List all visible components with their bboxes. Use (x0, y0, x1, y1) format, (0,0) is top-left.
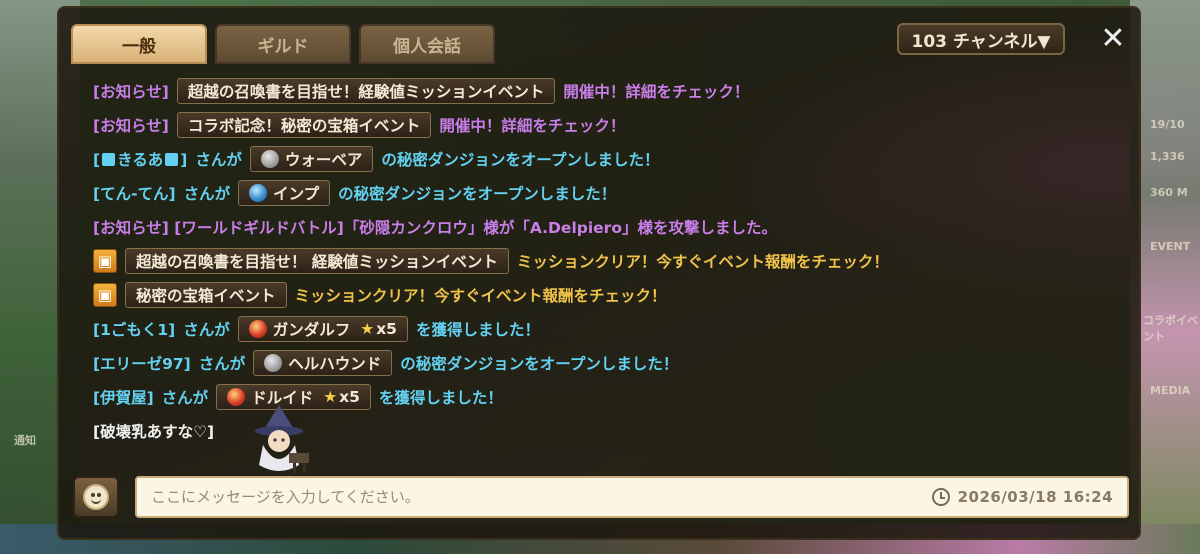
event-link-label: 超越の召喚書を目指せ！ 経験値ミッションイベント (136, 253, 498, 271)
event-link-label: 超越の召喚書を目指せ！経験値ミッションイベント (187, 83, 545, 101)
monster-attribute-icon (249, 184, 268, 202)
message-text: を獲得しました！ (378, 389, 503, 407)
monster-link[interactable]: ガンダルフ ★ x5 (237, 316, 408, 342)
message-text: 開催中！詳細をチェック！ (439, 117, 626, 135)
wizard-sticker-icon (255, 405, 309, 473)
message-verb: さんが (183, 321, 230, 339)
message-verb: さんが (183, 185, 231, 203)
message-text: ミッションクリア！今すぐイベント報酬をチェック！ (516, 253, 889, 271)
chat-message: [お知らせ] 超越の召喚書を目指せ！経験値ミッションイベント 開催中！詳細をチェ… (93, 74, 1133, 108)
clock-icon (931, 488, 950, 506)
star-icon: ★ (360, 320, 375, 338)
tab-guild[interactable]: ギルド (215, 24, 351, 64)
user-name[interactable]: [伊賀屋] (93, 386, 154, 408)
event-link[interactable]: 超越の召喚書を目指せ！ 経験値ミッションイベント (125, 248, 509, 274)
close-icon[interactable]: ✕ (1095, 20, 1131, 56)
chat-message: ▣ 超越の召喚書を目指せ！ 経験値ミッションイベント ミッションクリア！今すぐイ… (93, 244, 1133, 278)
monster-attribute-icon (260, 150, 279, 168)
monster-name: ヘルハウンド (288, 355, 382, 373)
monster-count: x5 (339, 388, 360, 406)
monster-name: インプ (273, 185, 320, 203)
user-name[interactable]: [エリーゼ97] (93, 352, 191, 374)
message-input-box: 2026/03/18 16:24 (135, 476, 1129, 518)
chat-message: [てん-てん] さんが インプ の秘密ダンジョンをオープンしました！ (93, 176, 1133, 210)
user-name[interactable]: [きるあ] (93, 148, 187, 170)
message-verb: さんが (195, 151, 242, 169)
monster-attribute-icon (264, 354, 283, 372)
monster-name: ウォーベア (284, 151, 363, 169)
gift-icon: ▣ (93, 283, 117, 307)
message-text: の秘密ダンジョンをオープンしました！ (381, 151, 660, 169)
monster-count: x5 (376, 320, 397, 338)
stat-label: 19/10 (1150, 118, 1185, 131)
stat-label: 1,336 (1150, 150, 1185, 163)
stat-label: 360 M (1150, 186, 1188, 199)
monster-name: ガンダルフ (272, 321, 351, 339)
message-text: ミッションクリア！今すぐイベント報酬をチェック！ (294, 287, 667, 305)
message-verb: さんが (161, 389, 209, 407)
event-link-label: コラボ記念！秘密の宝箱イベント (187, 117, 421, 135)
notice-label: 通知 (14, 434, 36, 447)
message-text: [お知らせ] [ワールドギルドバトル]「砂隠カンクロウ」様が「A.Delpier… (93, 219, 777, 237)
monster-link[interactable]: ヘルハウンド (253, 350, 393, 376)
notice-tag: [お知らせ] (93, 83, 169, 101)
message-text: を獲得しました！ (415, 321, 540, 339)
tab-general[interactable]: 一般 (71, 24, 207, 64)
emoji-button[interactable] (73, 476, 119, 518)
notice-tag: [お知らせ] (93, 117, 169, 135)
gift-icon: ▣ (93, 249, 117, 273)
event-label: EVENT (1150, 240, 1191, 253)
user-name[interactable]: [破壊乳あすな♡] (93, 420, 214, 442)
message-verb: さんが (198, 355, 246, 373)
chat-message: [お知らせ] [ワールドギルドバトル]「砂隠カンクロウ」様が「A.Delpier… (93, 210, 1133, 244)
event-link[interactable]: 超越の召喚書を目指せ！経験値ミッションイベント (176, 78, 556, 104)
smiley-icon (83, 484, 109, 510)
collab-label: コラボイベント (1143, 314, 1198, 343)
tab-private[interactable]: 個人会話 (359, 24, 495, 64)
monster-attribute-icon (227, 388, 246, 406)
monster-attribute-icon (248, 320, 267, 338)
chat-message: [1ごもく1] さんが ガンダルフ ★ x5 を獲得しました！ (93, 312, 1133, 346)
event-link[interactable]: 秘密の宝箱イベント (125, 282, 287, 308)
channel-selector[interactable]: 103 チャンネル▼ (897, 23, 1065, 55)
monster-link[interactable]: ウォーベア (249, 146, 374, 172)
chat-panel: 一般 ギルド 個人会話 103 チャンネル▼ ✕ [お知らせ] 超越の召喚書を目… (57, 6, 1141, 540)
event-link[interactable]: コラボ記念！秘密の宝箱イベント (176, 112, 432, 138)
chat-message: [お知らせ] コラボ記念！秘密の宝箱イベント 開催中！詳細をチェック！ (93, 108, 1133, 142)
message-text: 開催中！詳細をチェック！ (563, 83, 750, 101)
emoji-square-icon (102, 153, 116, 166)
user-name[interactable]: [1ごもく1] (93, 318, 175, 340)
monster-link[interactable]: インプ (238, 180, 331, 206)
message-text: の秘密ダンジョンをオープンしました！ (400, 355, 679, 373)
emoji-square-icon (165, 153, 179, 166)
event-link-label: 秘密の宝箱イベント (136, 287, 276, 305)
chat-message: [きるあ] さんが ウォーベア の秘密ダンジョンをオープンしました！ (93, 142, 1133, 176)
chat-message-list: [お知らせ] 超越の召喚書を目指せ！経験値ミッションイベント 開催中！詳細をチェ… (93, 74, 1133, 448)
chat-message: [エリーゼ97] さんが ヘルハウンド の秘密ダンジョンをオープンしました！ (93, 346, 1133, 380)
message-input[interactable] (151, 488, 932, 506)
user-name[interactable]: [てん-てん] (93, 182, 176, 204)
chat-tabs: 一般 ギルド 個人会話 (71, 24, 495, 64)
media-label: MEDIA (1150, 384, 1191, 397)
timestamp: 2026/03/18 16:24 (957, 488, 1113, 506)
chat-message: ▣ 秘密の宝箱イベント ミッションクリア！今すぐイベント報酬をチェック！ (93, 278, 1133, 312)
star-icon: ★ (323, 388, 338, 406)
message-text: の秘密ダンジョンをオープンしました！ (338, 185, 617, 203)
